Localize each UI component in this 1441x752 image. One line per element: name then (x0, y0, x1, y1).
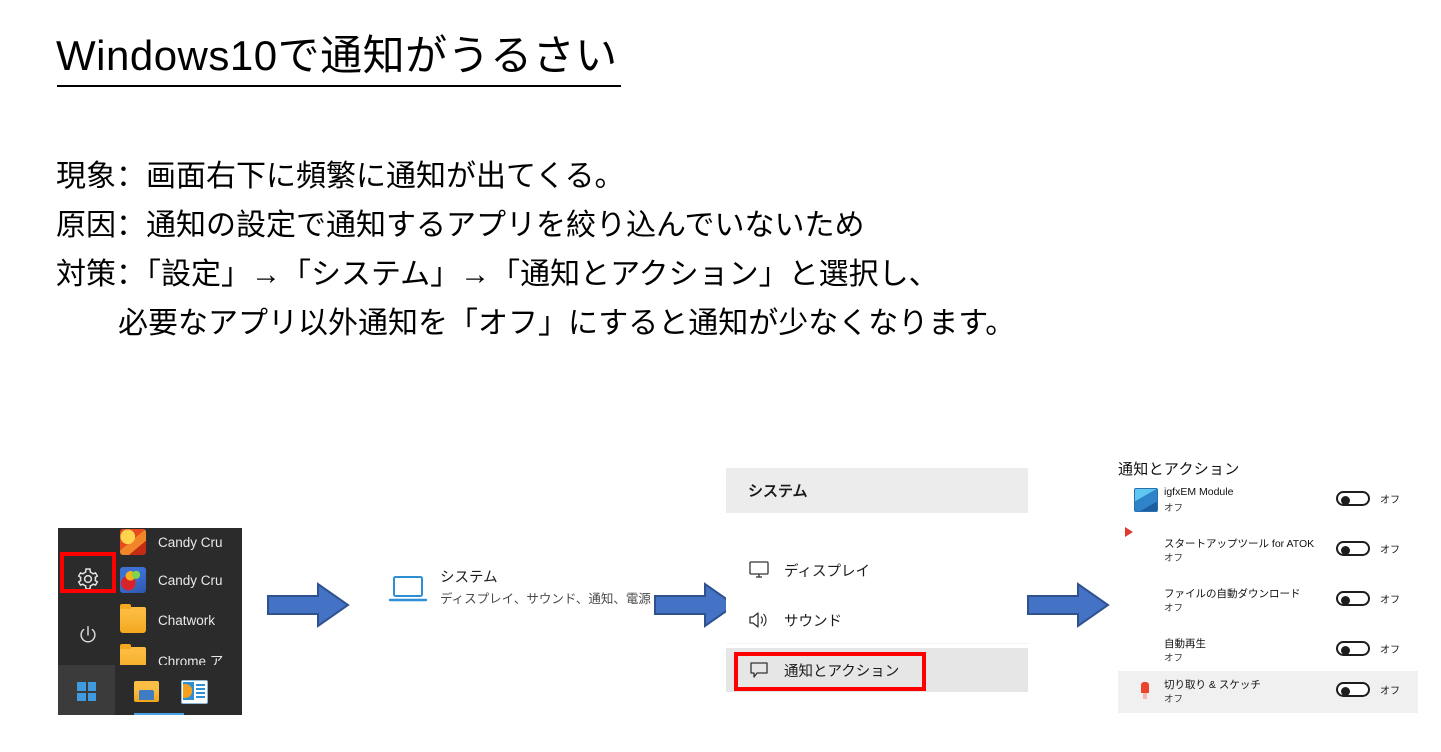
notification-toggle[interactable] (1336, 491, 1370, 506)
display-icon (749, 561, 769, 578)
candy-crush-friends-icon (120, 529, 146, 555)
candy-crush-saga-icon (120, 567, 146, 593)
settings-item-label: ディスプレイ (784, 563, 870, 580)
list-item[interactable]: Candy Cru (120, 562, 242, 598)
notification-app-row[interactable]: ファイルの自動ダウンロード オフ オフ (1118, 580, 1418, 622)
settings-item-label: サウンド (784, 613, 842, 630)
notification-app-state: オフ (1164, 503, 1184, 514)
notification-app-state: オフ (1164, 553, 1184, 564)
notification-toggle-label: オフ (1380, 495, 1400, 506)
arrow-3 (1027, 582, 1110, 628)
windows-logo-icon[interactable] (77, 682, 96, 701)
settings-item-sound[interactable]: サウンド (726, 598, 1028, 642)
notifications-item-highlight-box (734, 652, 926, 691)
notification-app-row[interactable]: 自動再生 オフ オフ (1118, 630, 1418, 672)
notification-toggle-label: オフ (1380, 595, 1400, 606)
notification-toggle[interactable] (1336, 641, 1370, 656)
notification-app-row[interactable]: スタートアップツール for ATOK オフ オフ (1118, 530, 1418, 572)
file-explorer-icon[interactable] (134, 681, 159, 702)
page-title: Windows10で通知がうるさい (56, 32, 618, 79)
arrow-1 (267, 582, 350, 628)
settings-divider (726, 643, 1028, 644)
folder-icon (120, 604, 146, 633)
office-icon[interactable] (181, 680, 208, 704)
arrow-2 (654, 582, 737, 628)
notification-app-name: 自動再生 (1164, 638, 1206, 650)
system-shortcut-subtitle: ディスプレイ、サウンド、通知、電源 (440, 592, 651, 606)
igfx-module-icon (1134, 488, 1158, 512)
start-menu-screenshot: Candy Cru Candy Cru Chatwork Chrome ア (58, 528, 242, 715)
notification-app-row[interactable]: 切り取り & スケッチ オフ オフ (1118, 671, 1418, 713)
notification-app-name: 切り取り & スケッチ (1164, 679, 1261, 691)
system-panel-header: システム (726, 468, 1028, 513)
notifications-actions-screenshot: 通知とアクション igfxEM Module オフ オフ スタートアップツール … (1118, 458, 1418, 716)
notification-app-name: スタートアップツール for ATOK (1164, 538, 1315, 550)
list-item[interactable]: Chatwork (120, 602, 242, 638)
taskbar (58, 665, 242, 715)
page-title-underline (57, 85, 621, 87)
notification-toggle[interactable] (1336, 682, 1370, 697)
body-line-2: 原因：通知の設定で通知するアプリを絞り込んでいないため (56, 209, 865, 242)
body-text-block: 現象：画面右下に頻繁に通知が出てくる。 原因：通知の設定で通知するアプリを絞り込… (56, 152, 1015, 348)
gear-highlight-box (60, 552, 116, 593)
power-icon[interactable] (77, 624, 99, 646)
body-line-4: 必要なアプリ以外通知を「オフ」にすると通知が少なくなります。 (118, 307, 1016, 340)
speaker-icon (749, 612, 767, 628)
notification-app-name: igfxEM Module (1164, 486, 1234, 498)
notification-app-state: オフ (1164, 653, 1184, 664)
notification-toggle-label: オフ (1380, 686, 1400, 697)
body-line-3: 対策：「設定」→「システム」→「通知とアクション」と選択し、 (56, 258, 939, 291)
notification-app-state: オフ (1164, 603, 1184, 614)
notification-app-state: オフ (1164, 694, 1184, 705)
settings-item-display[interactable]: ディスプレイ (726, 548, 1028, 592)
list-item-label: Candy Cru (158, 534, 223, 550)
system-panel-header-label: システム (748, 483, 808, 500)
laptop-icon (388, 576, 428, 602)
notification-toggle-label: オフ (1380, 645, 1400, 656)
notification-app-row[interactable]: igfxEM Module オフ オフ (1118, 480, 1418, 522)
list-item-label: Candy Cru (158, 572, 223, 588)
body-line-1: 現象：画面右下に頻繁に通知が出てくる。 (56, 160, 625, 193)
list-item-label: Chatwork (158, 612, 216, 628)
system-shortcut-title: システム (440, 570, 498, 586)
notification-toggle-label: オフ (1380, 545, 1400, 556)
notification-toggle[interactable] (1336, 541, 1370, 556)
notification-app-name: ファイルの自動ダウンロード (1164, 588, 1301, 600)
taskbar-active-indicator (134, 713, 184, 715)
notifications-panel-title: 通知とアクション (1118, 461, 1240, 478)
list-item[interactable]: Candy Cru (120, 528, 242, 560)
system-settings-screenshot: システム ディスプレイ サウンド 通知とアクション (726, 452, 1028, 715)
notification-toggle[interactable] (1336, 591, 1370, 606)
